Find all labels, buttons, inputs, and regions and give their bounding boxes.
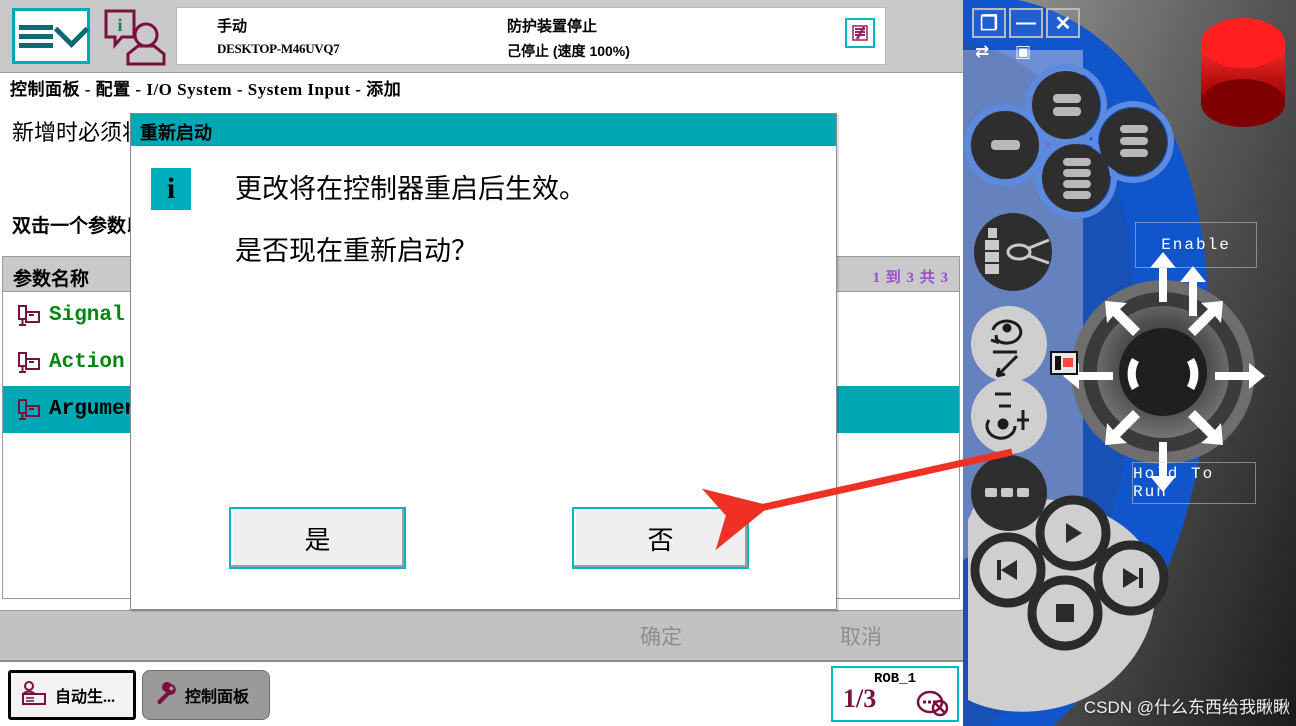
taskbar-item-auto-production[interactable]: 自动生... [8,670,136,720]
swap-icon[interactable]: ⇄ [975,42,989,62]
teach-pendant-image: ❐ — ✕ ⇄ ▣ CSDN @什么东西给我瞅瞅 [963,0,1296,726]
enable-label: Enable [1135,222,1257,268]
operator-info-icon[interactable]: i [100,8,166,66]
robot-status-indicator[interactable]: ROB_1 1/3 [831,666,959,722]
taskbar-item-label: 自动生... [55,689,116,706]
dialog-title-bar: 重新启动 [131,114,836,146]
watermark: CSDN @什么东西给我瞅瞅 [1083,698,1290,717]
breadcrumb: 控制面板 - 配置 - I/O System - System Input - … [0,73,963,102]
minimize-icon[interactable]: — [1009,8,1043,38]
dialog-title-text: 重新启动 [140,123,212,143]
close-icon[interactable]: ✕ [1046,8,1080,38]
hold-to-run-label: Hold To Run [1132,462,1256,504]
main-menu-button[interactable] [12,8,90,64]
guard-state: 防护装置停止 [507,18,598,35]
hamburger-icon [18,21,53,52]
parameter-icon [9,303,49,329]
flexpendant-screen: i 手动 DESKTOP-M46UVQ7 防护装置停止 己停止 (速度 100%… [0,0,963,726]
dialog-yes-button[interactable]: 是 [229,507,406,569]
maximize-icon[interactable]: ❐ [972,8,1006,38]
dialog-no-button[interactable]: 否 [572,507,749,569]
taskbar: 自动生... 控制面板 ROB_1 1/3 [0,660,963,726]
taskbar-item-control-panel[interactable]: 控制面板 [142,670,270,720]
no-motion-icon [915,686,949,723]
controller-name: DESKTOP-M46UVQ7 [217,41,340,56]
wrench-icon [153,681,177,710]
parameter-icon [9,397,49,423]
info-icon: i [151,168,191,210]
breadcrumb-text: 控制面板 - 配置 - I/O System - System Input - … [10,79,402,99]
cancel-button[interactable]: 取消 [840,621,882,653]
dialog-message-line-2: 是否现在重新启动？ [235,236,478,266]
column-header-parameter-name: 参数名称 [13,269,90,290]
action-button-strip: 确定 取消 [0,610,963,661]
run-state: 己停止 (速度 100%) [507,43,630,59]
chevron-down-icon [53,12,89,48]
auto-production-icon [21,680,47,711]
status-panel: 手动 DESKTOP-M46UVQ7 防护装置停止 己停止 (速度 100%) [176,7,886,65]
ok-button[interactable]: 确定 [640,621,682,653]
camera-icon[interactable]: ▣ [1015,42,1031,62]
status-bar: i 手动 DESKTOP-M46UVQ7 防护装置停止 己停止 (速度 100%… [0,0,963,73]
pagination-label: 1 到 3 共 3 [872,270,949,286]
svg-text:i: i [117,15,122,35]
row-label: Action [49,351,125,374]
operating-mode: 手动 [217,18,248,35]
task-status-icon[interactable] [845,18,875,48]
dialog-message-line-1: 更改将在控制器重启后生效。 [235,174,586,204]
restart-dialog: 重新启动 i 更改将在控制器重启后生效。 是否现在重新启动？ 是 否 [130,113,837,610]
parameter-icon [9,350,49,376]
taskbar-item-label: 控制面板 [185,689,250,706]
robot-axis-fraction: 1/3 [843,684,877,713]
pendant-illustration [963,0,1296,726]
